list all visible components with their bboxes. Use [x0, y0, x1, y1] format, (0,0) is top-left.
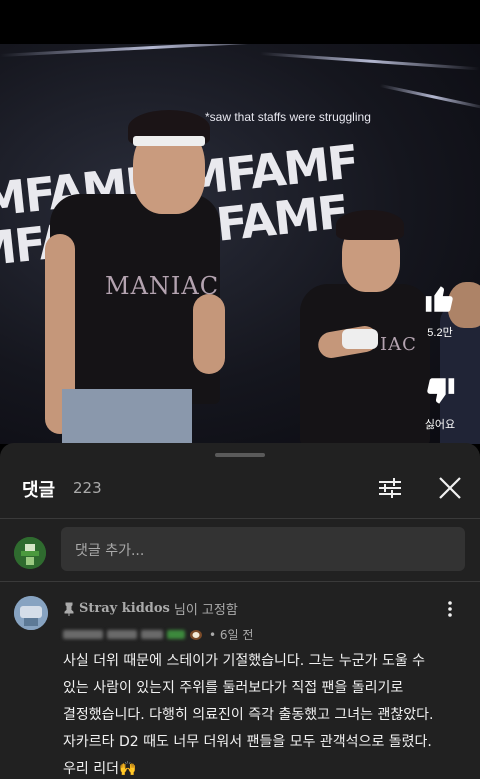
coconut-icon — [190, 629, 202, 640]
blurred-username — [63, 630, 103, 639]
more-options-icon[interactable] — [444, 599, 456, 619]
comment-body: 사실 더위 때문에 스테이가 기절했습니다. 그는 누군가 도울 수 있는 사람… — [63, 653, 434, 777]
thumbs-down-icon — [427, 378, 455, 404]
video-player[interactable]: MFAMFAMFAMF MFAMFAMFAMF *saw that staffs… — [0, 44, 480, 444]
pinned-label: Stray kiddos 님이 고정함 — [63, 599, 238, 618]
commenter-avatar-icon — [14, 596, 48, 630]
thumbs-up-icon — [425, 286, 453, 312]
comment-meta: • 6일 전 — [63, 626, 253, 643]
input-divider — [0, 581, 480, 582]
comment-time: • 6일 전 — [209, 628, 254, 642]
pinned-by-name: Stray kiddos — [79, 601, 170, 616]
commenter-avatar[interactable] — [14, 596, 48, 630]
stage-light — [0, 44, 300, 57]
comments-count: 223 — [73, 479, 102, 497]
blurred-username — [107, 630, 137, 639]
dislike-label: 싫어요 — [424, 419, 456, 431]
blurred-username — [141, 630, 163, 639]
shirt-print: IAC — [380, 334, 417, 355]
dislike-button[interactable]: 싫어요 — [418, 374, 462, 432]
header-divider — [0, 518, 480, 519]
video-caption: *saw that staffs were struggling — [205, 110, 371, 124]
like-count: 5.2만 — [427, 327, 453, 339]
sort-filter-icon[interactable] — [375, 473, 405, 503]
stage-light — [259, 52, 480, 71]
pin-icon — [64, 602, 74, 616]
comments-panel: 댓글 223 댓글 추가... Stray kiddos 님이 고정함 • 6일… — [0, 443, 480, 779]
pinned-suffix: 님이 고정함 — [173, 603, 238, 618]
avatar — [14, 537, 46, 569]
shirt-print: MANIAC — [105, 272, 220, 300]
drag-handle[interactable] — [215, 453, 265, 457]
close-icon[interactable] — [435, 473, 465, 503]
user-avatar-icon — [14, 537, 46, 569]
comments-title: 댓글 — [22, 480, 56, 501]
stage-light — [379, 84, 480, 110]
add-comment-input[interactable]: 댓글 추가... — [61, 527, 465, 571]
like-button[interactable]: 5.2만 — [418, 282, 462, 340]
blurred-username — [167, 630, 185, 639]
